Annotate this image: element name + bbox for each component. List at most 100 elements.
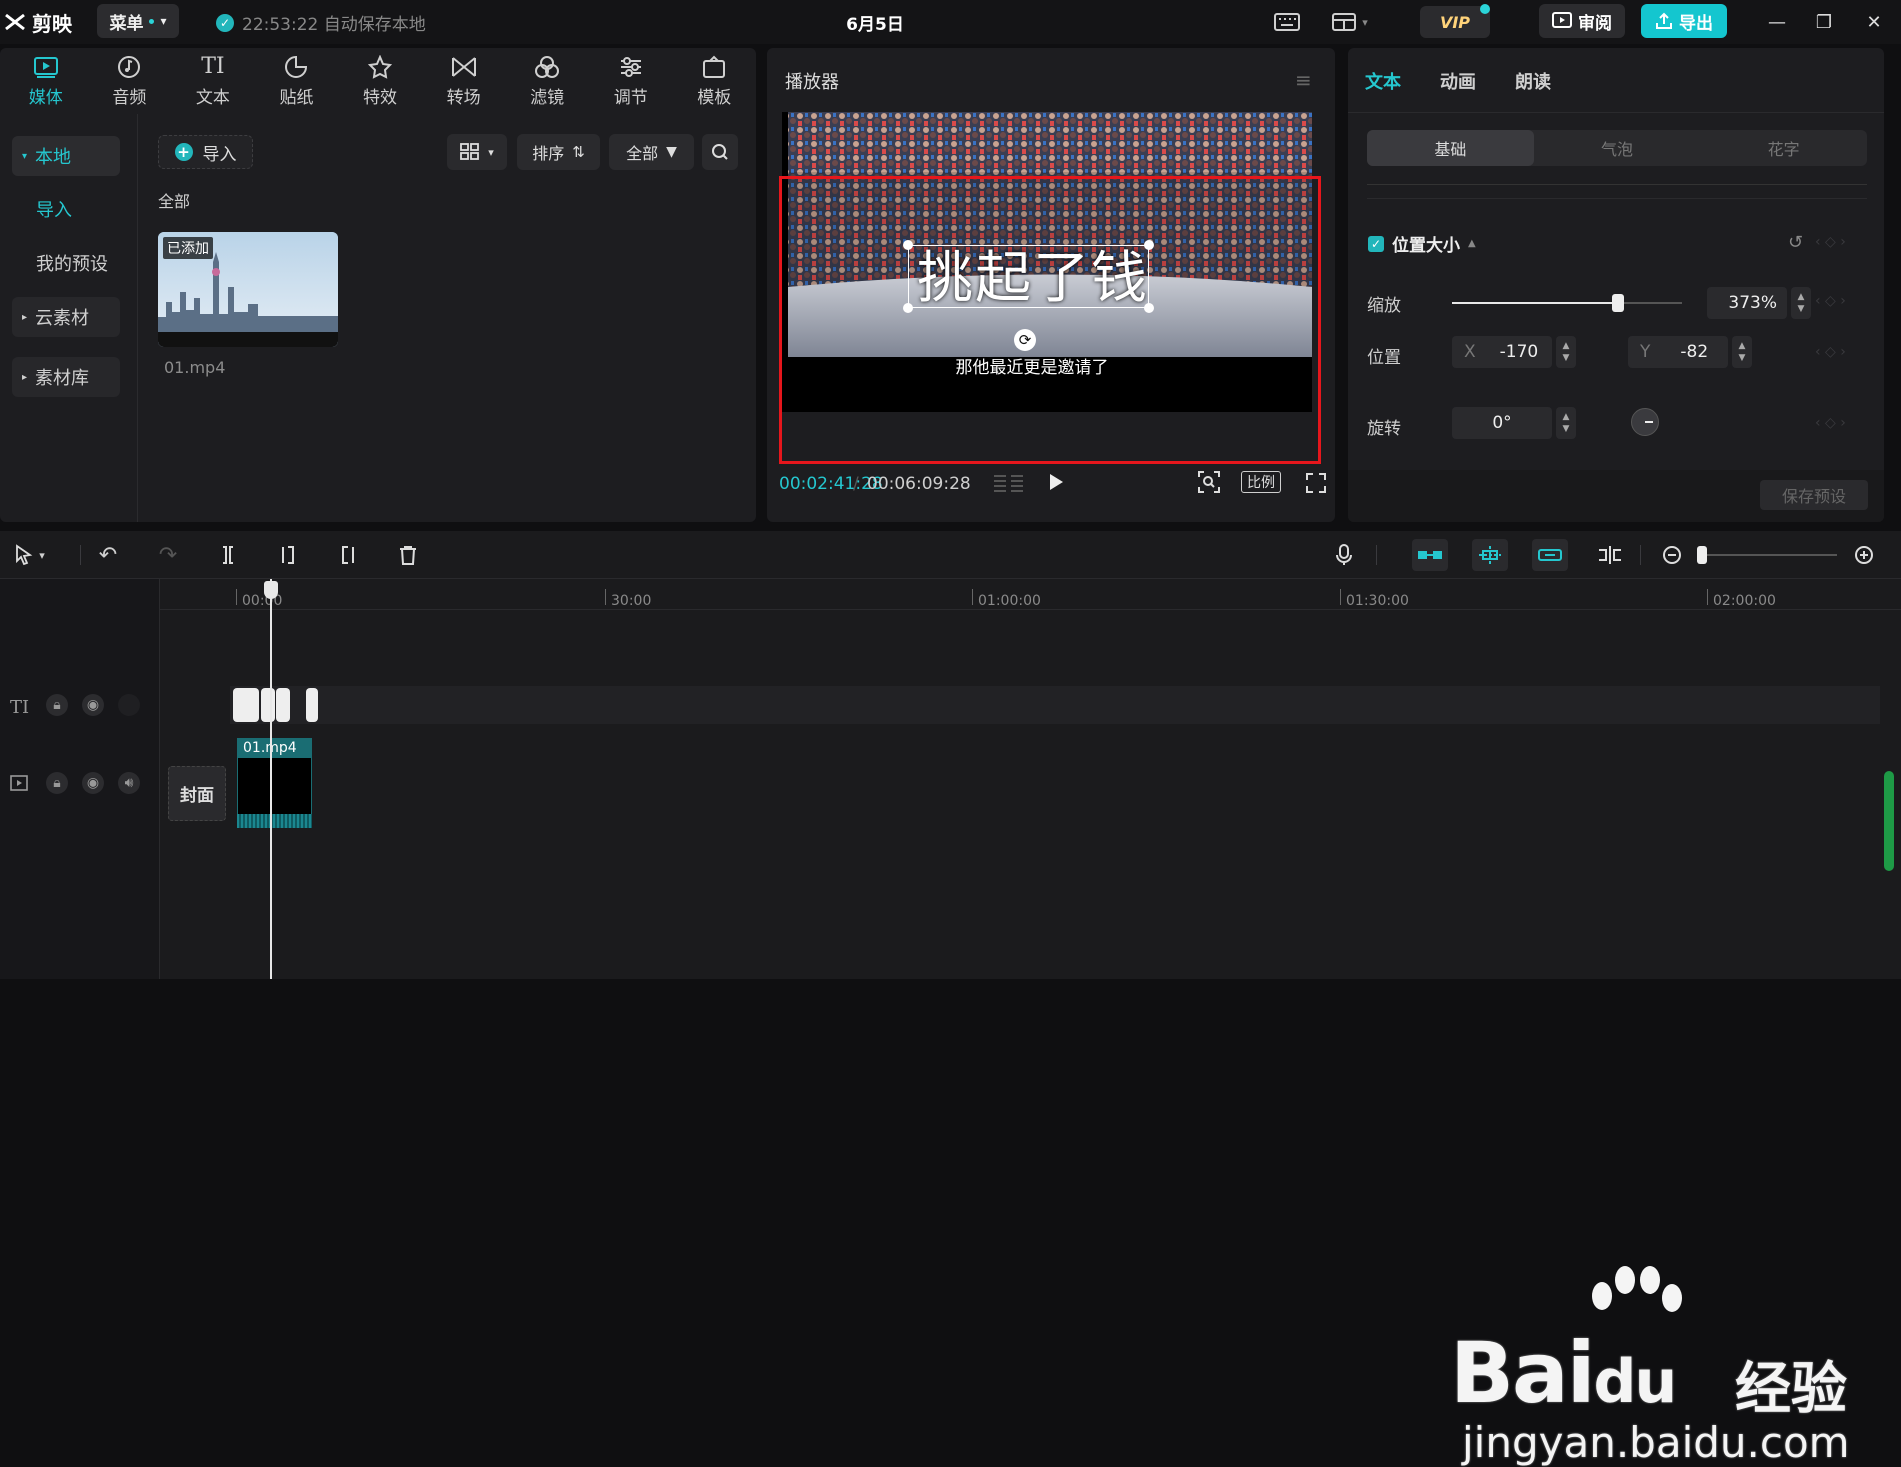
position-y-stepper[interactable]: ▲ ▼ — [1732, 336, 1752, 368]
scale-stepper[interactable]: ▲ ▼ — [1791, 287, 1811, 319]
menu-notify-dot — [149, 18, 155, 24]
view-mode-button[interactable]: ▾ — [447, 134, 507, 170]
delete-icon[interactable] — [396, 543, 420, 567]
scale-input[interactable]: 373% — [1707, 287, 1787, 319]
position-y-input[interactable]: Y -82 — [1628, 336, 1728, 368]
sidebar-item-cloud[interactable]: ▸ 云素材 — [12, 297, 120, 337]
main-track-magnet-icon[interactable] — [1412, 539, 1448, 571]
sidebar-item-import[interactable]: 导入 — [36, 196, 72, 222]
tool-label: 转场 — [446, 87, 481, 108]
text-clip[interactable] — [233, 688, 259, 722]
minimize-icon[interactable]: — — [1765, 10, 1789, 34]
undo-icon[interactable]: ↶ — [96, 543, 120, 568]
position-x-input[interactable]: X -170 — [1452, 336, 1552, 368]
preview-axis-icon[interactable] — [1596, 543, 1624, 567]
close-icon[interactable]: ✕ — [1862, 10, 1886, 34]
ruler-tick — [1340, 589, 1341, 605]
tab-read-aloud[interactable]: 朗读 — [1515, 68, 1551, 94]
red-highlight-box — [779, 176, 1321, 464]
save-preset-button[interactable]: 保存预设 — [1760, 480, 1868, 510]
split-icon[interactable] — [216, 543, 240, 567]
ruler-label: 01:30:00 — [1346, 593, 1409, 609]
export-label: 导出 — [1679, 13, 1713, 34]
zoom-out-icon[interactable] — [1660, 543, 1684, 567]
trim-right-icon[interactable] — [336, 543, 360, 567]
sidebar-item-label: 素材库 — [35, 368, 90, 389]
lock-icon[interactable]: 🔒︎ — [46, 694, 68, 716]
trim-left-icon[interactable] — [276, 543, 300, 567]
timeline-zoom-track[interactable] — [1702, 554, 1837, 556]
baidu-watermark: Baidu 经验 jingyan.baidu.com — [1450, 1266, 1890, 1467]
tab-animation[interactable]: 动画 — [1440, 68, 1476, 94]
sidebar-item-label: 本地 — [35, 147, 72, 168]
vertical-scrollbar[interactable] — [1884, 771, 1894, 871]
zoom-in-icon[interactable] — [1852, 543, 1876, 567]
text-clip[interactable] — [306, 688, 318, 722]
select-tool-button[interactable]: ▾ — [8, 543, 52, 567]
import-button[interactable]: + 导入 — [158, 135, 253, 169]
text-clip[interactable] — [276, 688, 290, 722]
aspect-ratio-button[interactable]: 比例 — [1241, 471, 1281, 493]
keyframe-nav-icon: ‹ ◇ › — [1815, 293, 1846, 309]
rotation-stepper[interactable]: ▲ ▼ — [1556, 407, 1576, 439]
fullscreen-icon[interactable] — [1305, 472, 1327, 499]
hamburger-menu-icon[interactable]: ≡ — [1295, 68, 1312, 92]
import-label: 导入 — [202, 144, 237, 165]
tool-filter[interactable]: 滤镜 — [505, 48, 589, 114]
tab-text[interactable]: 文本 — [1365, 68, 1401, 94]
play-icon[interactable] — [1047, 472, 1065, 497]
total-time: 00:06:09:28 — [867, 474, 971, 494]
timeline-zoom-knob[interactable] — [1697, 546, 1707, 564]
sidebar-item-my-presets[interactable]: 我的预设 — [36, 250, 108, 276]
eye-icon[interactable]: ◉ — [82, 694, 104, 716]
speaker-icon[interactable]: 🔊︎ — [118, 772, 140, 794]
cover-button[interactable]: 封面 — [168, 766, 226, 821]
restore-icon[interactable]: ❐ — [1812, 10, 1836, 34]
rotation-input[interactable]: 0° — [1452, 407, 1552, 439]
divider — [1367, 198, 1867, 199]
layout-icon[interactable]: ▾ — [1326, 8, 1374, 36]
sidebar-item-library[interactable]: ▸ 素材库 — [12, 357, 120, 397]
player-panel: 播放器 ≡ 挑起了钱 ⟳ 那他最近更是邀请了 00:02:41:28 / 00:… — [767, 48, 1335, 522]
playhead-handle[interactable] — [264, 581, 278, 599]
zoom-preview-icon[interactable] — [1197, 470, 1221, 499]
position-size-toggle[interactable]: ✓ 位置大小 ▲ — [1368, 231, 1476, 256]
subtab-bubble[interactable]: 气泡 — [1534, 130, 1701, 166]
tool-text[interactable]: TI 文本 — [171, 48, 255, 114]
tool-audio[interactable]: 音频 — [88, 48, 172, 114]
tool-sticker[interactable]: 贴纸 — [255, 48, 339, 114]
tool-media[interactable]: 媒体 — [4, 48, 88, 114]
tool-label: 调节 — [613, 87, 648, 108]
export-button[interactable]: 导出 — [1641, 4, 1727, 38]
text-clip[interactable] — [261, 688, 275, 722]
menu-button[interactable]: 菜单 ▾ — [97, 4, 179, 38]
text-icon: TI — [201, 54, 225, 79]
eye-icon[interactable]: ◉ — [82, 772, 104, 794]
playhead-line[interactable] — [270, 579, 272, 979]
ruler-baseline — [160, 609, 1901, 610]
auto-snap-icon[interactable] — [1472, 539, 1508, 571]
subtab-fancy-text[interactable]: 花字 — [1700, 130, 1867, 166]
keyboard-shortcut-icon[interactable] — [1272, 8, 1302, 36]
sidebar-item-local[interactable]: ▾ 本地 — [12, 136, 120, 176]
position-x-stepper[interactable]: ▲ ▼ — [1556, 336, 1576, 368]
chevron-down-icon: ▾ — [488, 145, 494, 159]
tool-effects[interactable]: 特效 — [338, 48, 422, 114]
reset-icon[interactable]: ↺ — [1788, 232, 1803, 253]
scale-slider-knob[interactable] — [1611, 294, 1624, 312]
tool-adjust[interactable]: 调节 — [589, 48, 673, 114]
subtab-basic[interactable]: 基础 — [1367, 130, 1534, 166]
rotation-dial[interactable] — [1631, 408, 1659, 436]
sort-button[interactable]: 排序 ⇅ — [517, 134, 600, 170]
linkage-icon[interactable] — [1532, 539, 1568, 571]
search-button[interactable] — [702, 134, 738, 170]
lock-icon[interactable]: 🔒︎ — [46, 772, 68, 794]
x-axis-label: X — [1464, 342, 1476, 362]
tool-transition[interactable]: 转场 — [422, 48, 506, 114]
sort-label: 排序 — [532, 144, 565, 163]
microphone-icon[interactable] — [1332, 543, 1356, 567]
filter-button[interactable]: 全部 ▼ — [609, 134, 694, 170]
review-button[interactable]: 审阅 — [1539, 4, 1625, 38]
tool-template[interactable]: 模板 — [673, 48, 757, 114]
timeline-panel: ▾ ↶ ↷ TI 🔒︎ ◉ 🔒︎ ◉ 🔊︎ 00:00 30:00 01:00:… — [0, 531, 1901, 1467]
